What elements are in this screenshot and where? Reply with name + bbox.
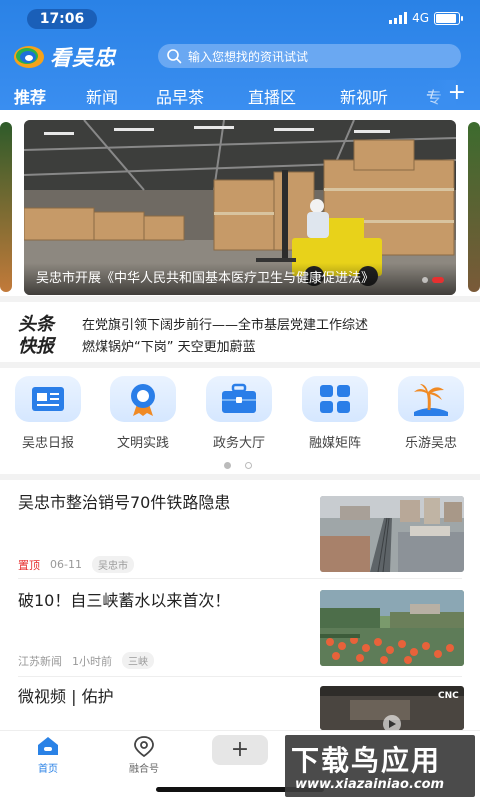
- headline-flash-logo: 头条 快报: [18, 314, 57, 354]
- banner-slide[interactable]: 吴忠市开展《中华人民共和国基本医疗卫生与健康促进法》: [24, 120, 456, 295]
- app-name: 看吴忠: [50, 46, 116, 70]
- network-type: 4G: [412, 11, 429, 25]
- site-watermark: 下载鸟应用 www.xiazainiao.com: [285, 735, 475, 797]
- quick-entry-government[interactable]: 政务大厅: [201, 376, 277, 451]
- flash-headline-1[interactable]: 在党旗引领下阔步前行——全市基层党建工作综述: [82, 314, 368, 333]
- channel-tabs: 推荐 新闻 品早茶 直播区 新视听 专 +: [0, 80, 480, 110]
- quick-entry-label: 吴忠日报: [21, 436, 74, 451]
- news-meta: 置顶 06-11 吴忠市: [18, 556, 134, 573]
- search-bar[interactable]: 输入您想找的资讯试试: [158, 44, 461, 68]
- divider: [18, 578, 462, 579]
- battery-icon: [434, 11, 463, 25]
- palm-tree-icon: [398, 376, 464, 422]
- flash-headline-2[interactable]: 燃煤锅炉“下岗” 天空更加蔚蓝: [82, 336, 256, 355]
- quick-entry-label: 文明实践: [116, 436, 169, 451]
- news-source: 江苏新闻: [18, 654, 62, 668]
- banner-dot-active: [432, 277, 444, 283]
- thumb-badge: CNC: [438, 691, 459, 701]
- medal-icon: [110, 376, 176, 422]
- news-meta: 江苏新闻 1小时前 三峡: [18, 652, 154, 669]
- tab-fusion-label: 融合号: [129, 764, 159, 775]
- next-slide-peek[interactable]: [468, 122, 480, 292]
- watermark-url: www.xiazainiao.com: [295, 777, 445, 792]
- tab-morning-tea[interactable]: 品早茶: [156, 84, 204, 108]
- status-time: 17:06: [27, 9, 97, 29]
- tab-home-label: 首页: [38, 764, 58, 775]
- search-placeholder: 输入您想找的资讯试试: [188, 49, 309, 64]
- banner-dot: [422, 277, 428, 283]
- flash-logo-line1: 头条: [18, 314, 57, 335]
- quick-entry-media-matrix[interactable]: 融媒矩阵: [297, 376, 373, 451]
- quick-entries: 吴忠日报 文明实践 政务大厅 融媒矩阵 乐游吴忠: [0, 368, 480, 474]
- flash-logo-line2: 快报: [18, 336, 57, 354]
- grid-icon: [302, 376, 368, 422]
- news-item[interactable]: 吴忠市整治销号70件铁路隐患 置顶 06-11 吴忠市: [18, 492, 464, 582]
- app-header: 17:06 4G 看吴忠 输入您想找的资讯试试 推荐 新闻 品早茶 直播区 新视…: [0, 0, 480, 110]
- news-thumbnail: [320, 496, 464, 572]
- quick-entry-label: 政务大厅: [212, 436, 265, 451]
- newspaper-icon: [15, 376, 81, 422]
- banner-caption: 吴忠市开展《中华人民共和国基本医疗卫生与健康促进法》: [24, 263, 456, 295]
- status-indicators: 4G: [389, 11, 463, 25]
- news-title: 微视频 | 佑护: [18, 687, 114, 706]
- logo-swirl-icon: [14, 46, 44, 68]
- search-icon: [167, 49, 182, 64]
- tab-recommend[interactable]: 推荐: [14, 84, 46, 108]
- tab-fusion[interactable]: 融合号: [124, 735, 164, 775]
- quick-entry-civilization[interactable]: 文明实践: [105, 376, 181, 451]
- banner-indicator: [422, 277, 444, 283]
- tab-home[interactable]: 首页: [30, 735, 66, 775]
- prev-slide-peek[interactable]: [0, 122, 12, 292]
- plus-icon[interactable]: +: [448, 82, 466, 104]
- news-title: 破10！自三峡蓄水以来首次！: [18, 591, 231, 610]
- news-thumbnail: [320, 590, 464, 666]
- add-post-button[interactable]: +: [212, 735, 268, 765]
- watermark-main: 下载鸟应用: [291, 744, 442, 777]
- location-pin-icon: [134, 736, 154, 758]
- page-dot-active: [224, 462, 231, 469]
- status-bar: 17:06 4G: [0, 0, 480, 38]
- headline-flash: 头条 快报 在党旗引领下阔步前行——全市基层党建工作综述 燃煤锅炉“下岗” 天空…: [0, 302, 480, 362]
- tab-live[interactable]: 直播区: [248, 84, 296, 108]
- banner-carousel: 吴忠市开展《中华人民共和国基本医疗卫生与健康促进法》: [0, 110, 480, 296]
- news-title: 吴忠市整治销号70件铁路隐患: [18, 493, 231, 512]
- pinned-label: 置顶: [18, 558, 40, 572]
- news-item[interactable]: 破10！自三峡蓄水以来首次！ 江苏新闻 1小时前 三峡: [18, 590, 464, 680]
- home-icon: [38, 737, 58, 755]
- news-thumbnail: CNC: [320, 686, 464, 730]
- app-logo[interactable]: 看吴忠: [12, 42, 116, 72]
- news-time: 06-11: [50, 558, 82, 571]
- quick-entry-label: 乐游吴忠: [404, 436, 457, 451]
- quick-entry-label: 融媒矩阵: [308, 436, 361, 451]
- page-dot: [245, 462, 252, 469]
- news-feed: 吴忠市整治销号70件铁路隐患 置顶 06-11 吴忠市 破10！自三峡蓄水以来首…: [0, 480, 480, 730]
- news-tag: 三峡: [122, 652, 154, 669]
- quick-entry-travel[interactable]: 乐游吴忠: [393, 376, 469, 451]
- quick-page-indicator: [224, 462, 252, 469]
- briefcase-icon: [206, 376, 272, 422]
- signal-icon: [389, 12, 408, 24]
- tab-news[interactable]: 新闻: [86, 84, 118, 108]
- tab-video[interactable]: 新视听: [340, 84, 388, 108]
- news-tag: 吴忠市: [91, 556, 134, 573]
- news-item[interactable]: 微视频 | 佑护 CNC: [18, 686, 464, 730]
- divider: [18, 676, 462, 677]
- quick-entry-daily[interactable]: 吴忠日报: [10, 376, 86, 451]
- news-time: 1小时前: [72, 654, 112, 668]
